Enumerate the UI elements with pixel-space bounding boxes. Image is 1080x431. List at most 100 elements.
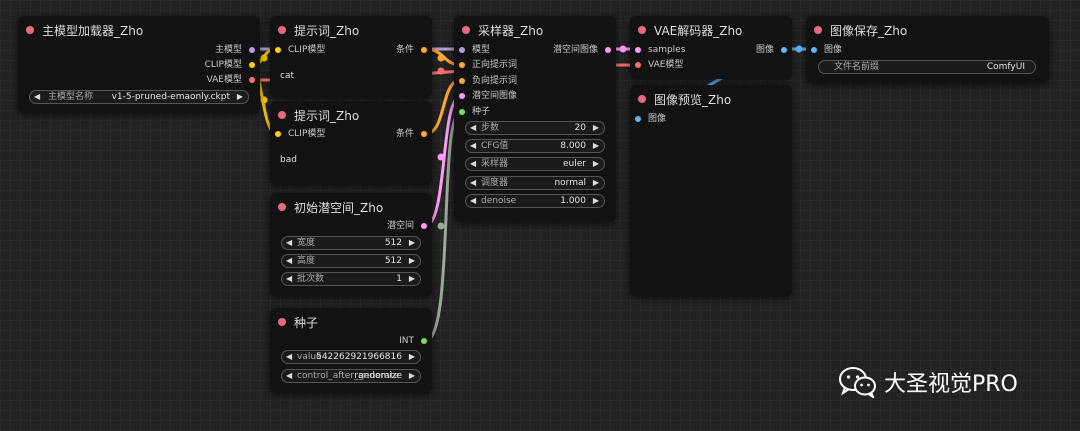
arrow-left-icon[interactable]: ◀ [286, 351, 292, 363]
input-dot[interactable] [635, 47, 641, 53]
output-dot[interactable] [249, 47, 255, 53]
input-dot[interactable] [635, 116, 641, 122]
arrow-left-icon[interactable]: ◀ [34, 91, 40, 103]
node-model-loader[interactable]: 主模型加载器_Zho 主模型 CLIP模型 VAE模型 ◀ 主模型名称 v1-5… [18, 16, 260, 113]
output-clip[interactable]: CLIP模型 [205, 59, 255, 71]
node-image-save[interactable]: 图像保存_Zho 图像 文件名前缀 ComfyUI [806, 16, 1049, 83]
output-dot[interactable] [421, 223, 427, 229]
arrow-left-icon[interactable]: ◀ [470, 177, 476, 189]
prompt-text-input[interactable]: cat [280, 71, 294, 81]
output-dot[interactable] [249, 62, 255, 68]
output-dot[interactable] [781, 47, 787, 53]
node-title: 采样器_Zho [462, 21, 543, 39]
input-image[interactable]: 图像 [811, 44, 842, 56]
node-status-dot [638, 95, 646, 103]
output-image[interactable]: 图像 [756, 44, 787, 56]
watermark: 大圣视觉PRO [838, 366, 1018, 398]
node-prompt-positive[interactable]: 提示词_Zho CLIP模型 条件 cat [270, 16, 432, 97]
input-dot[interactable] [811, 47, 817, 53]
watermark-text: 大圣视觉PRO [884, 372, 1018, 397]
sampler-name-combo[interactable]: ◀ 采样器 euler ▶ [465, 157, 605, 171]
arrow-right-icon[interactable]: ▶ [593, 177, 599, 189]
input-dot[interactable] [459, 47, 465, 53]
node-seed[interactable]: 种子 INT ◀ value 542262921966816 ▶ ◀ contr… [270, 308, 432, 393]
output-model[interactable]: 主模型 [215, 44, 255, 56]
input-dot[interactable] [275, 131, 281, 137]
input-vae[interactable]: VAE模型 [635, 59, 683, 71]
node-status-dot [638, 26, 646, 34]
node-prompt-negative[interactable]: 提示词_Zho CLIP模型 条件 bad [270, 101, 432, 185]
arrow-right-icon[interactable]: ▶ [593, 140, 599, 152]
arrow-left-icon[interactable]: ◀ [286, 255, 292, 267]
model-name-combo[interactable]: ◀ 主模型名称 v1-5-pruned-emaonly.ckpt ▶ [29, 90, 249, 104]
node-title: 提示词_Zho [278, 106, 359, 124]
arrow-right-icon[interactable]: ▶ [409, 351, 415, 363]
seed-value-widget[interactable]: ◀ value 542262921966816 ▶ [281, 350, 421, 364]
arrow-left-icon[interactable]: ◀ [470, 195, 476, 207]
scheduler-combo[interactable]: ◀ 调度器 normal ▶ [465, 176, 605, 190]
node-title: 图像预览_Zho [638, 90, 731, 108]
prompt-text-input[interactable]: bad [280, 155, 297, 165]
output-dot[interactable] [421, 47, 427, 53]
arrow-left-icon[interactable]: ◀ [470, 140, 476, 152]
arrow-left-icon[interactable]: ◀ [286, 237, 292, 249]
node-empty-latent[interactable]: 初始潜空间_Zho 潜空间 ◀ 宽度 512 ▶ ◀ 高度 512 ▶ ◀ 批次… [270, 193, 432, 296]
input-seed[interactable]: 种子 [459, 106, 490, 118]
output-dot[interactable] [421, 338, 427, 344]
input-clip[interactable]: CLIP模型 [275, 44, 325, 56]
input-dot[interactable] [459, 78, 465, 84]
input-image[interactable]: 图像 [635, 113, 666, 125]
input-samples[interactable]: samples [635, 44, 685, 56]
width-number-widget[interactable]: ◀ 宽度 512 ▶ [281, 236, 421, 250]
node-title: 图像保存_Zho [814, 21, 907, 39]
input-negative[interactable]: 负向提示词 [459, 75, 517, 87]
input-dot[interactable] [275, 47, 281, 53]
input-positive[interactable]: 正向提示词 [459, 59, 517, 71]
arrow-right-icon[interactable]: ▶ [409, 237, 415, 249]
cfg-number-widget[interactable]: ◀ CFG值 8.000 ▶ [465, 139, 605, 153]
arrow-right-icon[interactable]: ▶ [593, 122, 599, 134]
wechat-icon [839, 367, 876, 398]
input-dot[interactable] [459, 93, 465, 99]
input-dot[interactable] [459, 109, 465, 115]
node-status-dot [278, 318, 286, 326]
node-ksampler[interactable]: 采样器_Zho 模型 潜空间图像 正向提示词 负向提示词 潜空间图像 种子 ◀ … [454, 16, 616, 222]
denoise-number-widget[interactable]: ◀ denoise 1.000 ▶ [465, 194, 605, 208]
arrow-left-icon[interactable]: ◀ [470, 122, 476, 134]
arrow-right-icon[interactable]: ▶ [593, 158, 599, 170]
output-conditioning[interactable]: 条件 [396, 128, 427, 140]
control-after-generate-combo[interactable]: ◀ control_after_generate randomize ▶ [281, 369, 421, 383]
output-latent[interactable]: 潜空间图像 [553, 44, 611, 56]
output-dot[interactable] [421, 131, 427, 137]
arrow-right-icon[interactable]: ▶ [409, 255, 415, 267]
input-model[interactable]: 模型 [459, 44, 490, 56]
output-latent[interactable]: 潜空间 [387, 220, 427, 232]
arrow-right-icon[interactable]: ▶ [409, 370, 415, 382]
steps-number-widget[interactable]: ◀ 步数 20 ▶ [465, 121, 605, 135]
node-title-text: VAE解码器_Zho [654, 23, 743, 38]
height-number-widget[interactable]: ◀ 高度 512 ▶ [281, 254, 421, 268]
output-dot[interactable] [605, 47, 611, 53]
node-status-dot [462, 26, 470, 34]
filename-prefix-input[interactable]: 文件名前缀 ComfyUI [818, 60, 1036, 74]
arrow-left-icon[interactable]: ◀ [470, 158, 476, 170]
input-dot[interactable] [459, 62, 465, 68]
arrow-right-icon[interactable]: ▶ [237, 91, 243, 103]
node-title-text: 图像保存_Zho [830, 23, 908, 38]
node-image-preview[interactable]: 图像预览_Zho 图像 [630, 85, 792, 296]
node-status-dot [278, 203, 286, 211]
input-clip[interactable]: CLIP模型 [275, 128, 325, 140]
arrow-left-icon[interactable]: ◀ [286, 273, 292, 285]
input-latent[interactable]: 潜空间图像 [459, 90, 517, 102]
batch-number-widget[interactable]: ◀ 批次数 1 ▶ [281, 272, 421, 286]
output-dot[interactable] [249, 77, 255, 83]
node-vae-decode[interactable]: VAE解码器_Zho samples 图像 VAE模型 [630, 16, 792, 79]
output-conditioning[interactable]: 条件 [396, 44, 427, 56]
input-dot[interactable] [635, 62, 641, 68]
arrow-left-icon[interactable]: ◀ [286, 370, 292, 382]
output-vae[interactable]: VAE模型 [207, 74, 255, 86]
arrow-right-icon[interactable]: ▶ [593, 195, 599, 207]
wire-reroute-dot [437, 222, 445, 230]
arrow-right-icon[interactable]: ▶ [409, 273, 415, 285]
output-int[interactable]: INT [399, 335, 427, 347]
